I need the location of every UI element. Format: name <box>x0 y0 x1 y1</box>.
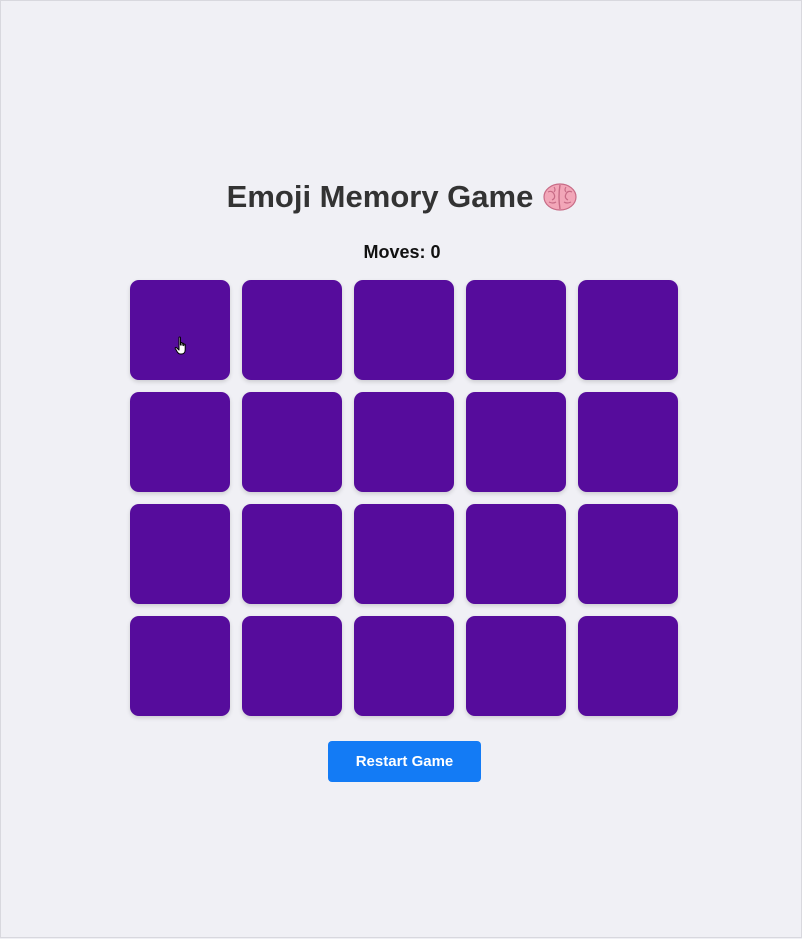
memory-card[interactable] <box>130 504 230 604</box>
hand-pointer-icon <box>174 336 190 356</box>
memory-card[interactable] <box>130 616 230 716</box>
memory-card[interactable] <box>242 504 342 604</box>
memory-card[interactable] <box>354 280 454 380</box>
memory-card[interactable] <box>578 616 678 716</box>
memory-card[interactable] <box>242 392 342 492</box>
memory-card[interactable] <box>466 280 566 380</box>
memory-card[interactable] <box>466 392 566 492</box>
moves-label: Moves: <box>363 242 426 262</box>
memory-card[interactable] <box>578 280 678 380</box>
restart-game-button[interactable]: Restart Game <box>328 741 481 782</box>
memory-card[interactable] <box>578 504 678 604</box>
memory-card[interactable] <box>130 280 230 380</box>
brain-icon <box>543 182 577 212</box>
memory-card[interactable] <box>466 504 566 604</box>
memory-card[interactable] <box>242 280 342 380</box>
card-grid <box>130 280 680 716</box>
page-title: Emoji Memory Game <box>1 179 802 215</box>
memory-card[interactable] <box>242 616 342 716</box>
memory-card[interactable] <box>466 616 566 716</box>
memory-card[interactable] <box>354 392 454 492</box>
memory-card[interactable] <box>130 392 230 492</box>
game-container: Emoji Memory Game Moves: 0 Restart Game <box>1 1 802 939</box>
memory-card[interactable] <box>354 616 454 716</box>
title-text: Emoji Memory Game <box>226 179 534 214</box>
memory-card[interactable] <box>354 504 454 604</box>
memory-card[interactable] <box>578 392 678 492</box>
moves-counter: Moves: 0 <box>1 242 802 263</box>
moves-count: 0 <box>430 242 441 262</box>
